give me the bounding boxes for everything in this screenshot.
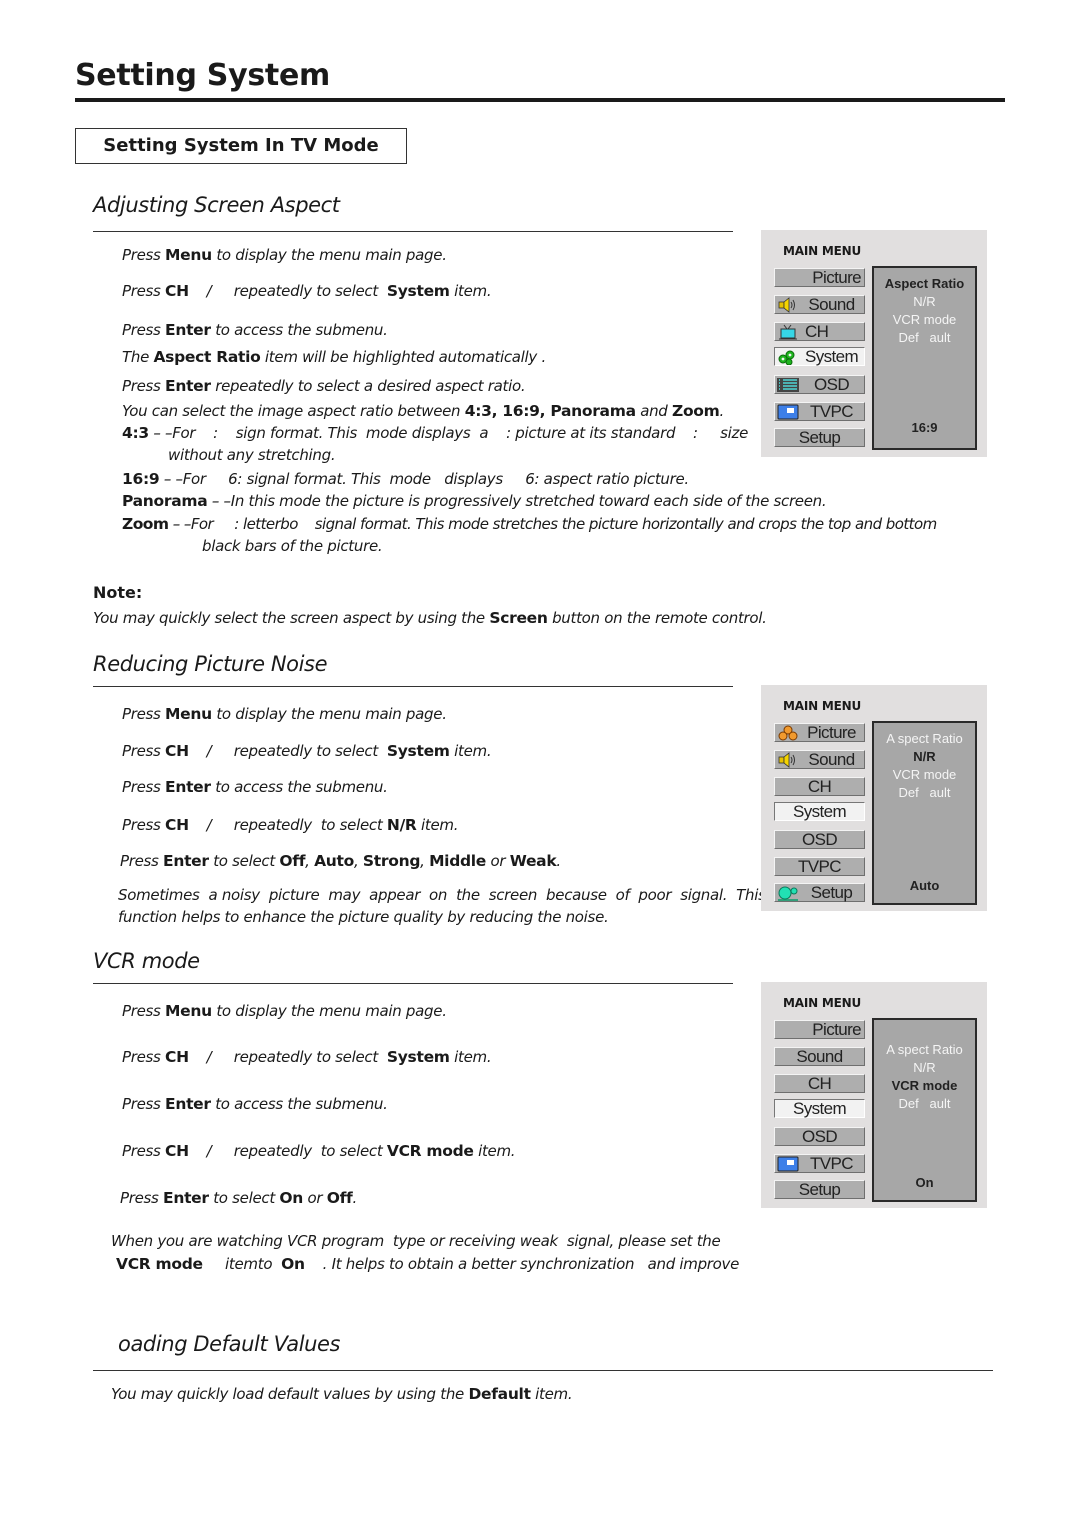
submenu-nr[interactable]: N/R bbox=[874, 749, 975, 764]
noise-step-4: Press CH / repeatedly to select N/R item… bbox=[122, 816, 459, 834]
osd-item-ch[interactable]: CH bbox=[774, 1074, 865, 1093]
vcr-desc-2: VCR mode itemto On . It helps to obtain … bbox=[116, 1255, 740, 1273]
noise-rule bbox=[93, 686, 733, 687]
submenu-aspect-ratio[interactable]: Aspect Ratio bbox=[874, 276, 975, 291]
vcr-rule bbox=[93, 983, 733, 984]
osd-item-picture[interactable]: Picture bbox=[774, 1020, 865, 1039]
osd-menu-aspect: MAIN MENU Picture Sound CH System OSD TV… bbox=[761, 230, 987, 457]
mode-zoom-cont: black bars of the picture. bbox=[202, 537, 383, 555]
osd-item-setup[interactable]: Setup bbox=[774, 428, 865, 447]
aspect-step-6: You can select the image aspect ratio be… bbox=[122, 402, 724, 420]
osd-item-picture[interactable]: Picture bbox=[774, 268, 865, 287]
submenu-value: 16:9 bbox=[911, 420, 938, 435]
osd-submenu: A spect Ratio N/R VCR mode Def ault On bbox=[872, 1018, 977, 1202]
page-title: Setting System bbox=[75, 58, 330, 93]
vcr-step-1: Press Menu to display the menu main page… bbox=[122, 1002, 447, 1020]
vcr-step-4: Press CH / repeatedly to select VCR mode… bbox=[122, 1142, 516, 1160]
osd-item-osd[interactable]: OSD bbox=[774, 830, 865, 849]
osd-item-osd[interactable]: OSD bbox=[774, 1127, 865, 1146]
osd-item-system[interactable]: System bbox=[774, 802, 865, 821]
picture-icon bbox=[778, 725, 798, 741]
defaults-rule bbox=[93, 1370, 993, 1371]
speaker-icon bbox=[778, 752, 795, 768]
gears-icon bbox=[778, 350, 795, 365]
submenu-value: Auto bbox=[909, 878, 940, 893]
submenu-default[interactable]: Def ault bbox=[874, 785, 975, 800]
aspect-rule bbox=[93, 231, 733, 232]
noise-desc-1: Sometimes a noisy picture may appear on … bbox=[118, 886, 766, 904]
osd-item-sound[interactable]: Sound bbox=[774, 1047, 865, 1066]
osd-item-picture[interactable]: Picture bbox=[774, 723, 865, 742]
osd-menu-nr: MAIN MENU Picture Sound CH System OSD TV… bbox=[761, 685, 987, 911]
aspect-step-2: Press CH / repeatedly to select System i… bbox=[122, 282, 492, 300]
submenu-nr[interactable]: N/R bbox=[874, 294, 975, 309]
osd-item-osd[interactable]: OSD bbox=[774, 375, 865, 394]
monitor-icon bbox=[777, 404, 799, 420]
osd-item-sound[interactable]: Sound bbox=[774, 750, 865, 769]
section-heading-box: Setting System In TV Mode bbox=[75, 128, 407, 164]
vcr-step-5: Press Enter to select On or Off. bbox=[120, 1189, 357, 1207]
noise-step-1: Press Menu to display the menu main page… bbox=[122, 705, 447, 723]
osd-item-tvpc[interactable]: TVPC bbox=[774, 1154, 865, 1173]
defaults-heading: oading Default Values bbox=[118, 1332, 341, 1356]
setup-icon bbox=[778, 886, 798, 901]
monitor-icon bbox=[777, 1156, 799, 1172]
aspect-step-5: Press Enter repeatedly to select a desir… bbox=[122, 377, 526, 395]
mode-16-9: 16:9 – –For 6: signal format. This mode … bbox=[122, 470, 689, 488]
osd-item-tvpc[interactable]: TVPC bbox=[774, 857, 865, 876]
osd-item-setup[interactable]: Setup bbox=[774, 883, 865, 902]
noise-heading: Reducing Picture Noise bbox=[93, 652, 328, 676]
mode-4-3: 4:3 – –For : sign format. This mode disp… bbox=[122, 424, 749, 442]
osd-item-ch[interactable]: CH bbox=[774, 777, 865, 796]
noise-step-2: Press CH / repeatedly to select System i… bbox=[122, 742, 492, 760]
osd-item-ch[interactable]: CH bbox=[774, 322, 865, 341]
submenu-vcr-mode[interactable]: VCR mode bbox=[874, 1078, 975, 1093]
submenu-vcr-mode[interactable]: VCR mode bbox=[874, 312, 975, 327]
mode-zoom: Zoom – –For : letterbo signal format. Th… bbox=[122, 515, 937, 533]
vcr-heading: VCR mode bbox=[93, 949, 200, 973]
aspect-step-4: The Aspect Ratio item will be highlighte… bbox=[122, 348, 546, 366]
list-icon bbox=[777, 378, 799, 392]
osd-item-setup[interactable]: Setup bbox=[774, 1180, 865, 1199]
noise-desc-2: function helps to enhance the picture qu… bbox=[118, 908, 609, 926]
vcr-desc-1: When you are watching VCR program type o… bbox=[111, 1232, 721, 1250]
osd-item-tvpc[interactable]: TVPC bbox=[774, 402, 865, 421]
osd-menu-vcr: MAIN MENU Picture Sound CH System OSD TV… bbox=[761, 982, 987, 1208]
osd-item-system[interactable]: System bbox=[774, 347, 865, 366]
submenu-value: On bbox=[915, 1175, 934, 1190]
osd-title: MAIN MENU bbox=[783, 996, 862, 1010]
aspect-step-1: Press Menu to display the menu main page… bbox=[122, 246, 447, 264]
mode-panorama: Panorama – –In this mode the picture is … bbox=[122, 492, 827, 510]
submenu-default[interactable]: Def ault bbox=[874, 330, 975, 345]
vcr-step-3: Press Enter to access the submenu. bbox=[122, 1095, 388, 1113]
osd-submenu: Aspect Ratio N/R VCR mode Def ault 16:9 bbox=[872, 266, 977, 450]
title-rule bbox=[75, 98, 1005, 102]
note-text: You may quickly select the screen aspect… bbox=[93, 609, 767, 627]
noise-step-3: Press Enter to access the submenu. bbox=[122, 778, 388, 796]
submenu-aspect-ratio[interactable]: A spect Ratio bbox=[874, 731, 975, 746]
note-label: Note: bbox=[93, 583, 143, 602]
osd-submenu: A spect Ratio N/R VCR mode Def ault Auto bbox=[872, 721, 977, 905]
noise-step-5: Press Enter to select Off, Auto, Strong,… bbox=[120, 852, 561, 870]
mode-4-3-cont: without any stretching. bbox=[168, 446, 336, 464]
osd-title: MAIN MENU bbox=[783, 244, 862, 258]
submenu-vcr-mode[interactable]: VCR mode bbox=[874, 767, 975, 782]
osd-title: MAIN MENU bbox=[783, 699, 862, 713]
aspect-step-3: Press Enter to access the submenu. bbox=[122, 321, 388, 339]
osd-item-system[interactable]: System bbox=[774, 1099, 865, 1118]
defaults-text: You may quickly load default values by u… bbox=[111, 1385, 573, 1403]
submenu-aspect-ratio[interactable]: A spect Ratio bbox=[874, 1042, 975, 1057]
aspect-heading: Adjusting Screen Aspect bbox=[93, 193, 340, 217]
vcr-step-2: Press CH / repeatedly to select System i… bbox=[122, 1048, 492, 1066]
tv-icon bbox=[779, 324, 797, 340]
osd-item-sound[interactable]: Sound bbox=[774, 295, 865, 314]
submenu-nr[interactable]: N/R bbox=[874, 1060, 975, 1075]
submenu-default[interactable]: Def ault bbox=[874, 1096, 975, 1111]
speaker-icon bbox=[778, 297, 795, 313]
